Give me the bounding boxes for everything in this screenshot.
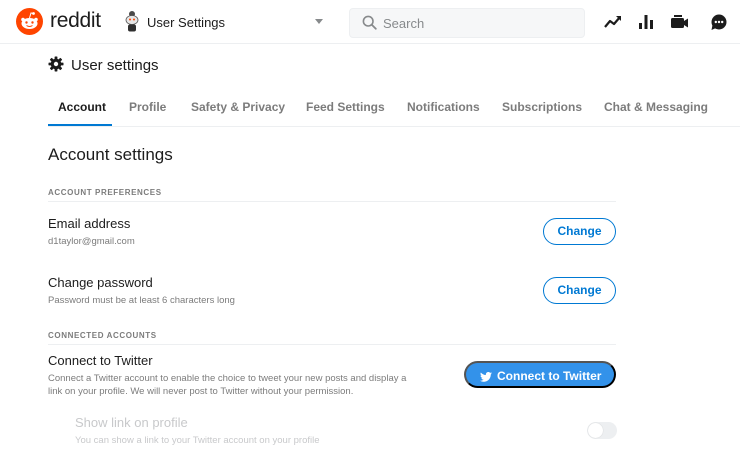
tab-safety-privacy[interactable]: Safety & Privacy [191, 100, 285, 114]
twitter-label: Connect to Twitter [48, 353, 153, 368]
gear-icon [48, 56, 64, 72]
toggle-knob [588, 423, 603, 438]
connect-twitter-button[interactable]: Connect to Twitter [464, 361, 616, 388]
twitter-bird-icon [480, 372, 492, 382]
connect-twitter-label: Connect to Twitter [497, 369, 602, 383]
chat-icon[interactable] [709, 12, 729, 32]
email-value: d1taylor@gmail.com [48, 236, 135, 247]
community-label: User Settings [147, 15, 226, 30]
reddit-logo-icon[interactable] [16, 8, 43, 35]
tab-profile[interactable]: Profile [129, 100, 166, 114]
search-bar[interactable] [349, 8, 585, 38]
community-dropdown[interactable]: User Settings [118, 6, 336, 38]
avatar-icon [125, 11, 139, 32]
divider [48, 201, 616, 202]
rpan-icon[interactable] [669, 12, 689, 32]
divider [48, 344, 616, 345]
show-link-description: You can show a link to your Twitter acco… [75, 435, 320, 446]
twitter-description-line1: Connect a Twitter account to enable the … [48, 373, 407, 384]
change-email-button[interactable]: Change [543, 218, 616, 245]
section-title: Account settings [48, 145, 173, 164]
tab-notifications[interactable]: Notifications [407, 100, 480, 114]
tab-feed-settings[interactable]: Feed Settings [306, 100, 385, 114]
chevron-down-icon [315, 19, 323, 24]
top-header: reddit User Settings [0, 0, 740, 44]
show-link-toggle[interactable] [587, 422, 617, 439]
reddit-wordmark[interactable]: reddit [50, 9, 101, 33]
twitter-description-line2: link on your profile. We will never post… [48, 386, 354, 397]
password-description: Password must be at least 6 characters l… [48, 295, 235, 306]
search-icon [362, 15, 377, 30]
password-label: Change password [48, 275, 153, 290]
tabs-divider [48, 126, 740, 127]
tab-chat-messaging[interactable]: Chat & Messaging [604, 100, 708, 114]
page-title: User settings [71, 57, 159, 74]
settings-tabs: Account Profile Safety & Privacy Feed Se… [48, 100, 740, 126]
email-label: Email address [48, 216, 131, 231]
connected-accounts-heading: CONNECTED ACCOUNTS [48, 331, 157, 340]
all-icon[interactable] [636, 12, 656, 32]
popular-icon[interactable] [603, 12, 623, 32]
search-input[interactable] [383, 14, 573, 32]
tab-account[interactable]: Account [58, 100, 106, 114]
tab-subscriptions[interactable]: Subscriptions [502, 100, 582, 114]
show-link-label: Show link on profile [75, 415, 188, 430]
account-preferences-heading: ACCOUNT PREFERENCES [48, 188, 162, 197]
change-password-button[interactable]: Change [543, 277, 616, 304]
